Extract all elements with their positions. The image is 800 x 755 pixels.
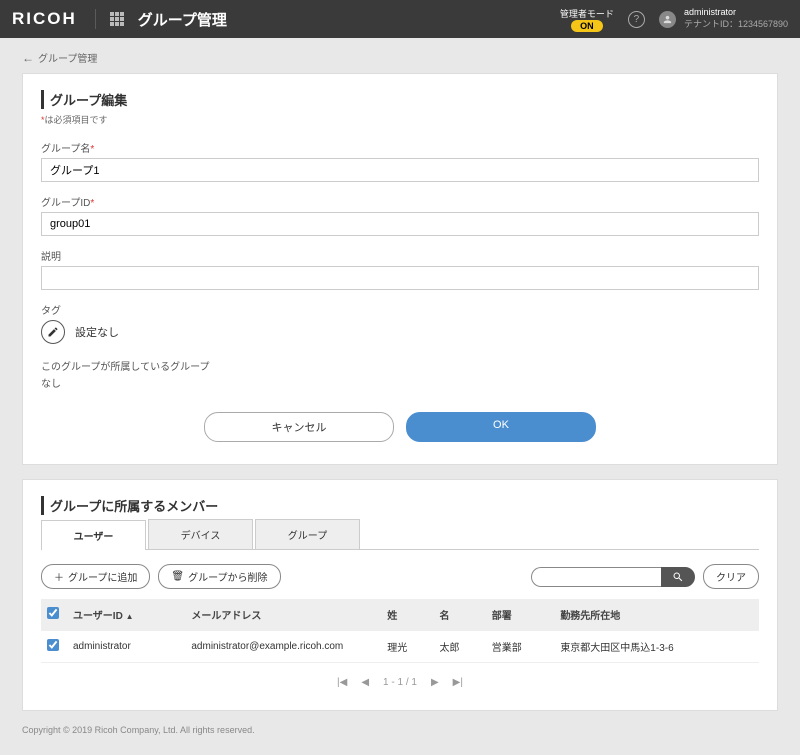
cell-location: 東京都大田区中馬込1-3-6 <box>554 631 759 663</box>
edit-tag-button[interactable] <box>41 320 65 344</box>
tenant-id: テナントID：1234567890 <box>684 19 788 31</box>
col-firstname[interactable]: 名 <box>434 599 486 631</box>
group-edit-panel: グループ編集 *は必須項目です グループ名* グループID* 説明 タグ 設定な… <box>22 73 778 465</box>
remove-from-group-button[interactable]: 🗑グループから削除 <box>158 564 280 589</box>
sort-asc-icon: ▲ <box>126 612 134 621</box>
tag-label: タグ <box>41 302 759 317</box>
cell-department: 営業部 <box>486 631 555 663</box>
user-avatar-icon[interactable] <box>659 11 676 28</box>
col-lastname[interactable]: 姓 <box>381 599 433 631</box>
last-page-icon[interactable]: ▶| <box>453 677 463 688</box>
tab-device[interactable]: デバイス <box>148 519 253 549</box>
breadcrumb[interactable]: ← グループ管理 <box>22 50 778 65</box>
section-title-members: グループに所属するメンバー <box>41 496 759 515</box>
description-input[interactable] <box>41 266 759 290</box>
required-note: *は必須項目です <box>41 113 759 126</box>
cell-lastname: 理光 <box>381 631 433 663</box>
admin-mode-toggle[interactable]: ON <box>571 20 603 32</box>
username: administrator <box>684 7 788 19</box>
parent-group-value: なし <box>41 375 759 390</box>
app-header: RICOH グループ管理 管理者モード ON ? administrator テ… <box>0 0 800 38</box>
help-icon[interactable]: ? <box>628 11 645 28</box>
breadcrumb-label: グループ管理 <box>38 50 97 65</box>
search-input[interactable] <box>531 567 661 587</box>
search-icon <box>672 571 684 583</box>
col-department[interactable]: 部署 <box>486 599 555 631</box>
parent-group-label: このグループが所属しているグループ <box>41 358 759 373</box>
clear-button[interactable]: クリア <box>703 564 759 589</box>
row-checkbox[interactable] <box>47 639 59 651</box>
back-arrow-icon: ← <box>22 51 34 65</box>
pagination: |◀ ◀ 1 - 1 / 1 ▶ ▶| <box>41 677 759 688</box>
group-name-label: グループ名* <box>41 140 759 155</box>
ok-button[interactable]: OK <box>406 412 596 442</box>
logo: RICOH <box>12 9 96 29</box>
add-to-group-button[interactable]: ＋グループに追加 <box>41 564 150 589</box>
select-all-checkbox[interactable] <box>47 607 59 619</box>
user-info: administrator テナントID：1234567890 <box>684 7 788 30</box>
footer-copyright: Copyright © 2019 Ricoh Company, Ltd. All… <box>22 725 778 735</box>
trash-icon: 🗑 <box>171 571 184 582</box>
tag-value: 設定なし <box>75 324 119 340</box>
col-user-id[interactable]: ユーザーID ▲ <box>67 599 185 631</box>
prev-page-icon[interactable]: ◀ <box>361 677 369 688</box>
search-button[interactable] <box>661 567 695 587</box>
members-table: ユーザーID ▲ メールアドレス 姓 名 部署 勤務先所在地 administr… <box>41 599 759 663</box>
page-title: グループ管理 <box>138 9 227 30</box>
apps-icon[interactable] <box>110 12 124 26</box>
cell-email: administrator@example.ricoh.com <box>185 631 381 663</box>
page-indicator: 1 - 1 / 1 <box>383 677 417 688</box>
plus-icon: ＋ <box>54 569 64 584</box>
admin-mode-indicator: 管理者モード ON <box>560 7 614 32</box>
group-id-label: グループID* <box>41 194 759 209</box>
cancel-button[interactable]: キャンセル <box>204 412 394 442</box>
col-location[interactable]: 勤務先所在地 <box>554 599 759 631</box>
group-id-input[interactable] <box>41 212 759 236</box>
next-page-icon[interactable]: ▶ <box>431 677 439 688</box>
admin-mode-label: 管理者モード <box>560 7 614 20</box>
member-tabs: ユーザー デバイス グループ <box>41 519 759 550</box>
group-members-panel: グループに所属するメンバー ユーザー デバイス グループ ＋グループに追加 🗑グ… <box>22 479 778 711</box>
section-title-edit: グループ編集 <box>41 90 759 109</box>
first-page-icon[interactable]: |◀ <box>337 677 347 688</box>
col-email[interactable]: メールアドレス <box>185 599 381 631</box>
description-label: 説明 <box>41 248 759 263</box>
cell-firstname: 太郎 <box>434 631 486 663</box>
table-row[interactable]: administrator administrator@example.rico… <box>41 631 759 663</box>
cell-user-id: administrator <box>67 631 185 663</box>
tab-group[interactable]: グループ <box>255 519 360 549</box>
group-name-input[interactable] <box>41 158 759 182</box>
tab-user[interactable]: ユーザー <box>41 520 146 550</box>
